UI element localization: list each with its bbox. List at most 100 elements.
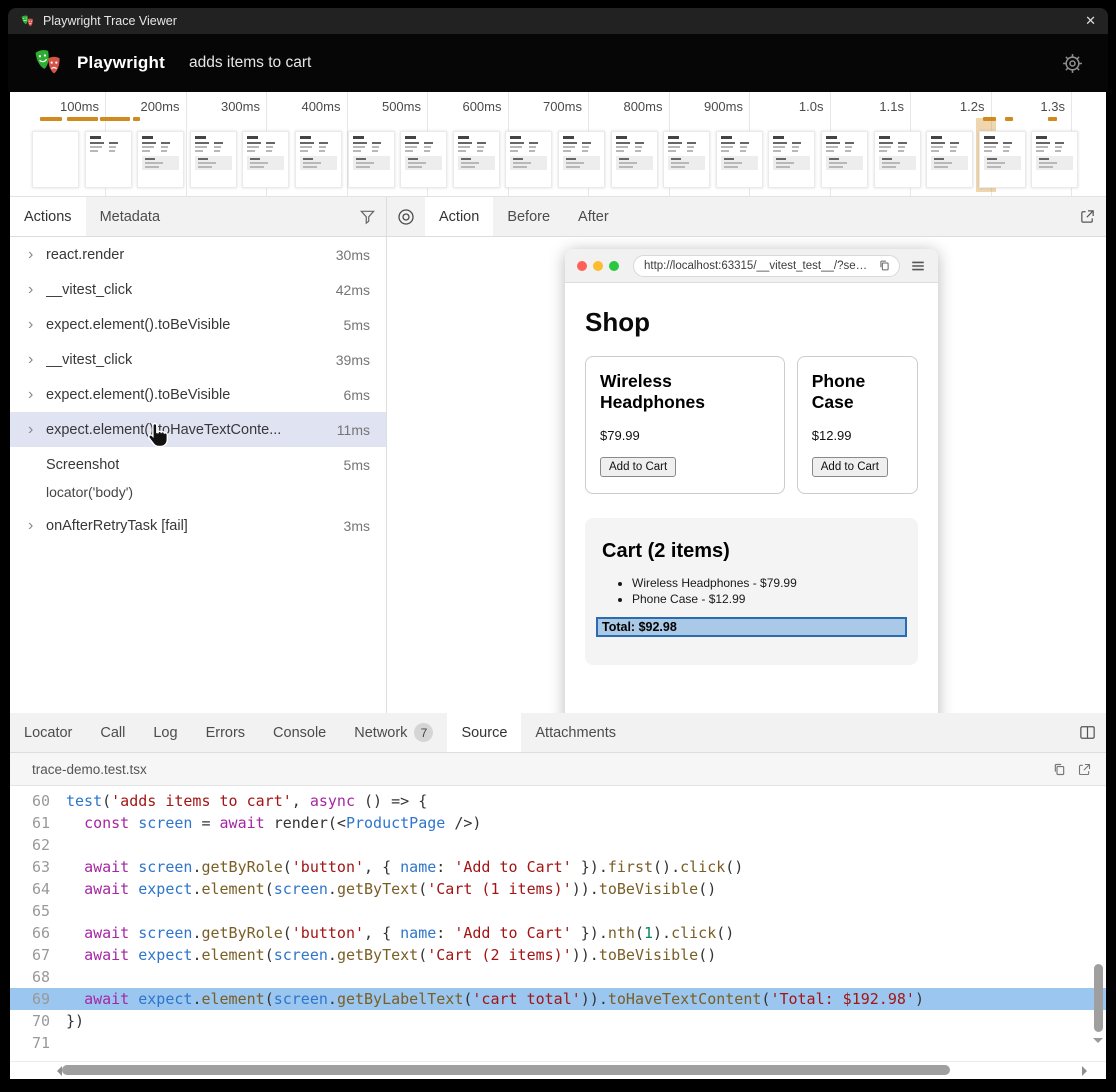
details-tab-call[interactable]: Call [86, 713, 139, 752]
timeline-gridline [186, 92, 187, 196]
chevron-right-icon[interactable]: › [28, 386, 46, 404]
filmstrip-frame[interactable] [821, 131, 868, 188]
copy-icon[interactable] [1052, 762, 1067, 777]
action-list-item[interactable]: ›expect.element().toBeVisible5ms [10, 307, 386, 342]
cart-items-list: Wireless Headphones - $79.99Phone Case -… [596, 576, 907, 606]
snapshot-tab-before[interactable]: Before [493, 197, 564, 236]
chevron-right-icon[interactable]: › [28, 351, 46, 369]
filmstrip-frame[interactable] [137, 131, 184, 188]
action-list-item[interactable]: ›__vitest_click 42ms [10, 272, 386, 307]
settings-gear-icon[interactable] [1061, 52, 1084, 75]
code-token: await [84, 944, 129, 966]
code-token: async [310, 790, 355, 812]
chevron-right-icon[interactable]: › [28, 281, 46, 299]
action-list-item[interactable]: Screenshot5ms [10, 447, 386, 482]
code-token: }). [572, 922, 608, 944]
source-code-view[interactable]: 60test('adds items to cart', async () =>… [10, 786, 1106, 1061]
action-title: __vitest_click [46, 282, 132, 298]
code-token: () [716, 922, 734, 944]
actions-tab-metadata[interactable]: Metadata [86, 197, 174, 236]
split-view-icon[interactable] [1068, 713, 1106, 752]
filmstrip-frame[interactable] [1031, 131, 1078, 188]
details-tabbar: Locator Call LogErrorsConsoleNetwork7Sourc… [10, 713, 1106, 753]
code-token: screen [138, 856, 192, 878]
filmstrip-frame[interactable] [663, 131, 710, 188]
hamburger-menu-icon[interactable] [910, 258, 926, 274]
details-tab-attachments[interactable]: Attachments [521, 713, 630, 752]
address-bar[interactable]: http://localhost:63315/__vitest_test__/?… [633, 255, 900, 277]
action-list-item[interactable]: ›__vitest_click39ms [10, 342, 386, 377]
add-to-cart-button[interactable]: Add to Cart [812, 457, 888, 477]
scroll-right-arrow-icon[interactable] [1082, 1066, 1092, 1076]
details-tab-network[interactable]: Network7 [340, 713, 447, 752]
snapshot-tab-after[interactable]: After [564, 197, 623, 236]
details-tab-console[interactable]: Console [259, 713, 340, 752]
details-tab-source[interactable]: Source [447, 713, 521, 752]
horizontal-scrollbar[interactable] [10, 1061, 1106, 1079]
close-icon[interactable]: ✕ [1085, 13, 1096, 29]
filmstrip-frame[interactable] [242, 131, 289, 188]
action-title: __vitest_click [46, 352, 132, 368]
timeline-tick-label: 800ms [623, 99, 668, 114]
code-token: getByRole [201, 922, 282, 944]
chevron-right-icon[interactable]: › [28, 246, 46, 264]
timeline-tick-label: 200ms [140, 99, 185, 114]
code-token: )). [581, 988, 608, 1010]
filmstrip-frame[interactable] [558, 131, 605, 188]
open-external-icon[interactable] [1068, 197, 1106, 236]
tab-label: After [578, 209, 609, 225]
filmstrip-frame[interactable] [348, 131, 395, 188]
code-token: test [66, 790, 102, 812]
chevron-right-icon[interactable]: › [28, 421, 46, 439]
details-tab-log[interactable]: Log [139, 713, 191, 752]
code-token: element [201, 878, 264, 900]
details-tab-errors[interactable]: Errors [192, 713, 259, 752]
filmstrip-frame[interactable] [874, 131, 921, 188]
copy-icon[interactable] [878, 259, 891, 272]
filmstrip-frame[interactable] [611, 131, 658, 188]
filmstrip-frame[interactable] [85, 131, 132, 188]
filmstrip-frame[interactable] [768, 131, 815, 188]
filmstrip-frame[interactable] [979, 131, 1026, 188]
filmstrip-frame[interactable] [295, 131, 342, 188]
timeline-filmstrip[interactable]: 100ms200ms300ms400ms500ms600ms700ms800ms… [10, 92, 1106, 197]
timeline-action-bar [1005, 117, 1013, 121]
code-token [129, 922, 138, 944]
chevron-right-icon[interactable]: › [28, 517, 46, 535]
scroll-left-arrow-icon[interactable] [52, 1066, 62, 1076]
action-list-item[interactable]: ›react.render30ms [10, 237, 386, 272]
action-title: expect.element().toHaveTextConte... [46, 422, 281, 438]
filmstrip-frame[interactable] [505, 131, 552, 188]
filmstrip-frame[interactable] [716, 131, 763, 188]
scroll-down-arrow-icon[interactable] [1093, 1038, 1103, 1048]
source-code-line[interactable]: 69 await expect.element(screen.getByLabe… [10, 988, 1106, 1010]
filmstrip-frame[interactable] [190, 131, 237, 188]
source-file-name: trace-demo.test.tsx [32, 762, 147, 777]
details-tab-locator[interactable]: Locator [10, 713, 86, 752]
filmstrip-frame[interactable] [453, 131, 500, 188]
code-token: await [84, 856, 129, 878]
action-list-item[interactable]: ›expect.element().toBeVisible6ms [10, 377, 386, 412]
open-external-icon[interactable] [1077, 762, 1092, 777]
code-token: 1 [644, 922, 653, 944]
action-list-item[interactable]: ›expect.element().toHaveTextConte...11ms [10, 412, 386, 447]
code-token: click [680, 856, 725, 878]
snapshot-tab-action[interactable]: Action [425, 197, 493, 236]
code-token: ). [653, 922, 671, 944]
vertical-scrollbar-thumb[interactable] [1094, 964, 1103, 1032]
filmstrip-frame[interactable] [926, 131, 973, 188]
actions-tab-actions[interactable]: Actions [10, 197, 86, 236]
add-to-cart-button[interactable]: Add to Cart [600, 457, 676, 477]
target-icon[interactable] [387, 197, 425, 236]
code-token: screen [138, 812, 192, 834]
source-code-line: 64 await expect.element(screen.getByText… [10, 878, 1106, 900]
chevron-right-icon[interactable]: › [28, 316, 46, 334]
filter-funnel-icon[interactable] [348, 197, 386, 236]
horizontal-scrollbar-thumb[interactable] [62, 1065, 950, 1075]
code-token: 'Add to Cart' [454, 856, 571, 878]
action-list-item[interactable]: ›onAfterRetryTask [fail]3ms [10, 508, 386, 543]
filmstrip-frame[interactable] [32, 131, 79, 188]
filmstrip-frame[interactable] [400, 131, 447, 188]
action-duration: 42ms [328, 282, 370, 298]
tab-label: Call [100, 725, 125, 741]
